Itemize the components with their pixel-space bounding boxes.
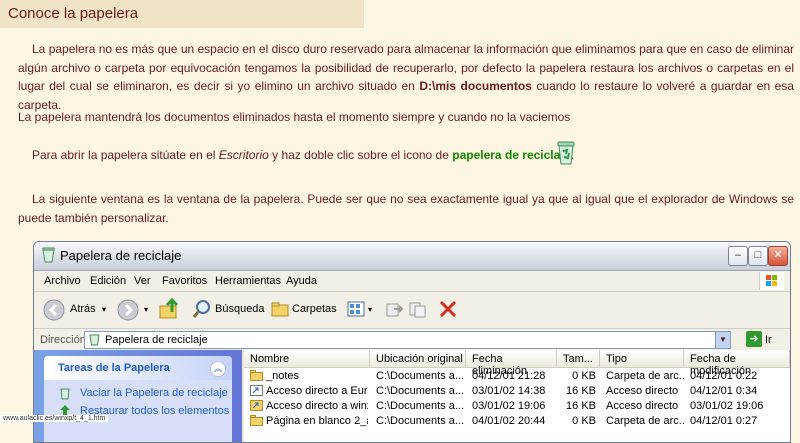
recycle-bin-icon[interactable] — [552, 139, 580, 167]
recycle-bin-icon — [42, 247, 55, 263]
window-title-bar[interactable]: Papelera de reciclaje – □ ✕ — [34, 242, 790, 271]
column-header-date-modified[interactable]: Fecha de modificación — [684, 350, 790, 377]
column-header-type[interactable]: Tipo — [600, 350, 684, 368]
move-to-icon[interactable] — [384, 299, 404, 319]
paragraph-intro: La papelera no es más que un espacio en … — [18, 40, 794, 114]
cell-date-deleted: 04/12/01 21:28 — [472, 370, 546, 382]
cell-date-deleted: 03/01/02 19:06 — [472, 400, 546, 412]
cell-date-modified: 04/12/01 0:34 — [690, 385, 758, 397]
forward-dropdown-icon[interactable]: ▾ — [144, 305, 148, 314]
cell-location: C:\Documents a... — [376, 400, 464, 412]
address-dropdown-icon[interactable]: ▼ — [715, 332, 730, 348]
cell-size: 16 KB — [566, 400, 596, 412]
delete-icon[interactable] — [438, 299, 458, 319]
shortcut-icon — [250, 385, 263, 396]
page-title-bar: Conoce la papelera — [0, 0, 364, 28]
go-button-label[interactable]: Ir — [765, 334, 772, 346]
forward-arrow-icon[interactable] — [116, 298, 140, 322]
cell-name: _notes — [266, 370, 300, 382]
table-row[interactable]: Página en blanco 2_arc... C:\Documents a… — [244, 414, 790, 429]
task-pane: Tareas de la Papelera ︽ Vaciar la Papele… — [34, 350, 242, 442]
path-text: D:\mis documentos — [419, 79, 532, 93]
empty-recycle-bin-icon — [60, 388, 70, 400]
paragraph-open: Para abrir la papelera sitúate en el Esc… — [32, 146, 732, 165]
table-row[interactable]: Acceso directo a winxp C:\Documents a...… — [244, 399, 790, 414]
menu-ver[interactable]: Ver — [134, 275, 151, 287]
back-button-label[interactable]: Atrás — [70, 303, 96, 315]
search-button-label[interactable]: Búsqueda — [215, 303, 265, 315]
address-value: Papelera de reciclaje — [105, 334, 208, 346]
toolbar: Atrás ▾ ▾ Búsqueda Carpetas ▾ — [34, 292, 790, 329]
recycle-bin-window: Papelera de reciclaje – □ ✕ Archivo Edic… — [33, 241, 791, 443]
recycle-bin-icon — [89, 334, 100, 346]
cell-location: C:\Documents a... — [376, 370, 464, 382]
paragraph-retention: La papelera mantendrá los documentos eli… — [18, 110, 571, 124]
task-empty-bin[interactable]: Vaciar la Papelera de reciclaje — [80, 387, 228, 399]
file-list: Nombre Ubicación original Fecha eliminac… — [244, 350, 790, 442]
cell-name: Página en blanco 2_arc... — [266, 415, 368, 427]
column-header-date-deleted[interactable]: Fecha eliminación — [466, 350, 557, 377]
cell-type: Carpeta de arc... — [606, 415, 684, 427]
cell-size: 0 KB — [572, 415, 596, 427]
copy-to-icon[interactable] — [408, 299, 428, 319]
cell-type: Acceso directo — [606, 385, 679, 397]
folders-icon[interactable] — [270, 299, 290, 319]
windows-logo-icon — [759, 272, 784, 290]
cell-date-modified: 03/01/02 19:06 — [690, 400, 764, 412]
cell-date-modified: 04/12/01 0:27 — [690, 415, 758, 427]
cell-date-deleted: 03/01/02 14:38 — [472, 385, 546, 397]
back-arrow-icon[interactable] — [42, 298, 66, 322]
address-bar: Dirección Papelera de reciclaje ▼ ➜ Ir — [34, 329, 790, 352]
table-row[interactable]: Acceso directo a EuroC... C:\Documents a… — [244, 384, 790, 399]
address-input[interactable]: Papelera de reciclaje ▼ — [84, 331, 731, 349]
maximize-button[interactable]: □ — [748, 246, 768, 266]
column-header-location[interactable]: Ubicación original — [370, 350, 466, 368]
table-row[interactable]: _notes C:\Documents a... 04/12/01 21:28 … — [244, 369, 790, 384]
column-header-name[interactable]: Nombre — [244, 350, 370, 368]
folder-icon — [250, 415, 263, 426]
tasks-panel: Tareas de la Papelera ︽ Vaciar la Papele… — [44, 356, 232, 442]
open-text-b: y haz doble clic sobre el icono de — [268, 148, 453, 162]
menu-ayuda[interactable]: Ayuda — [286, 275, 317, 287]
cell-location: C:\Documents a... — [376, 415, 464, 427]
cell-date-modified: 04/12/01 0:22 — [690, 370, 758, 382]
cell-size: 16 KB — [566, 385, 596, 397]
shortcut-icon — [250, 400, 263, 411]
tasks-header[interactable]: Tareas de la Papelera ︽ — [44, 356, 232, 380]
cell-type: Carpeta de arc... — [606, 370, 684, 382]
page-title: Conoce la papelera — [8, 5, 139, 22]
address-label: Dirección — [40, 334, 86, 346]
cell-date-deleted: 04/01/02 20:44 — [472, 415, 546, 427]
views-icon[interactable] — [346, 299, 366, 319]
go-arrow-icon[interactable]: ➜ — [746, 331, 762, 347]
status-url: www.aulaclic.es/winxp/t_4_1.htm — [0, 415, 109, 422]
cell-name: Acceso directo a winxp — [266, 400, 368, 412]
menu-bar: Archivo Edición Ver Favoritos Herramient… — [34, 271, 790, 292]
open-text-a: Para abrir la papelera sitúate en el — [32, 148, 219, 162]
cell-size: 0 KB — [572, 370, 596, 382]
desktop-text: Escritorio — [218, 148, 269, 162]
menu-edicion[interactable]: Edición — [90, 275, 126, 287]
collapse-chevron-icon[interactable]: ︽ — [210, 361, 226, 377]
menu-archivo[interactable]: Archivo — [44, 275, 81, 287]
minimize-button[interactable]: – — [728, 246, 748, 266]
paragraph-window-intro: La siguiente ventana es la ventana de la… — [18, 192, 794, 225]
folder-icon — [250, 370, 263, 381]
folders-button-label[interactable]: Carpetas — [292, 303, 337, 315]
cell-name: Acceso directo a EuroC... — [266, 385, 368, 397]
window-title: Papelera de reciclaje — [60, 248, 182, 263]
menu-favoritos[interactable]: Favoritos — [162, 275, 207, 287]
cell-type: Acceso directo — [606, 400, 679, 412]
search-icon[interactable] — [192, 299, 212, 319]
menu-herramientas[interactable]: Herramientas — [215, 275, 281, 287]
folder-up-icon[interactable] — [158, 298, 180, 320]
tasks-header-title: Tareas de la Papelera — [58, 362, 170, 374]
column-header-size[interactable]: Tam... — [557, 350, 600, 368]
views-dropdown-icon[interactable]: ▾ — [368, 305, 372, 314]
back-dropdown-icon[interactable]: ▾ — [102, 305, 106, 314]
cell-location: C:\Documents a... — [376, 385, 464, 397]
close-button[interactable]: ✕ — [768, 246, 788, 266]
